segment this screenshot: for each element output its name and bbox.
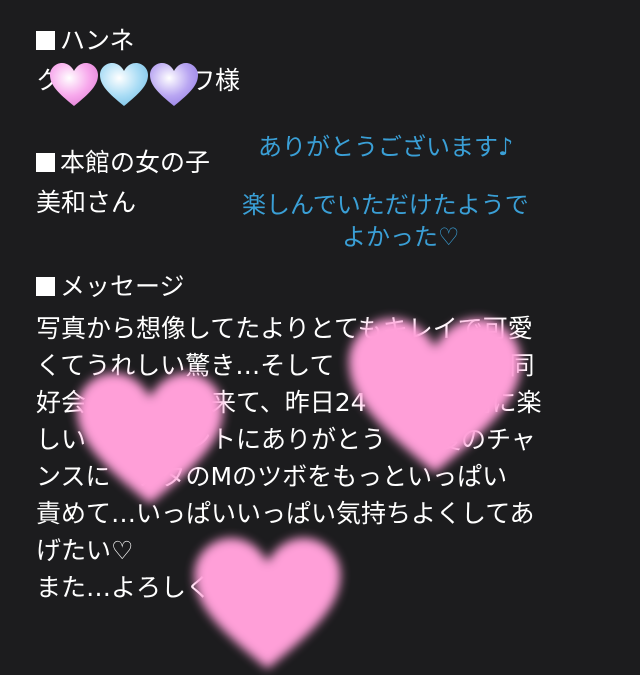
girl-name: 美和さん [36, 188, 137, 217]
handle-heading: ハンネ [36, 26, 135, 56]
message-heading-label: メッセージ [60, 272, 185, 301]
purple-heart-icon [148, 62, 200, 112]
handle-suffix: 様 [215, 66, 241, 95]
square-bullet-icon [36, 31, 55, 50]
reply-thanks: ありがとうございます♪ [258, 133, 514, 161]
handle-heading-label: ハンネ [60, 26, 135, 55]
censor-heart-icon [185, 535, 350, 675]
girl-heading: 本館の女の子 [36, 148, 210, 178]
square-bullet-icon [36, 153, 55, 172]
square-bullet-icon [36, 277, 55, 296]
censor-heart-icon [340, 315, 530, 480]
girl-heading-label: 本館の女の子 [60, 148, 211, 177]
reply-glad-line2: よかった♡ [342, 223, 460, 251]
pink-heart-icon [48, 62, 100, 112]
message-heading: メッセージ [36, 272, 185, 302]
blue-heart-icon [98, 62, 150, 112]
reply-glad-line1: 楽しんでいただけたようで [242, 191, 529, 219]
censor-heart-icon [70, 370, 230, 510]
